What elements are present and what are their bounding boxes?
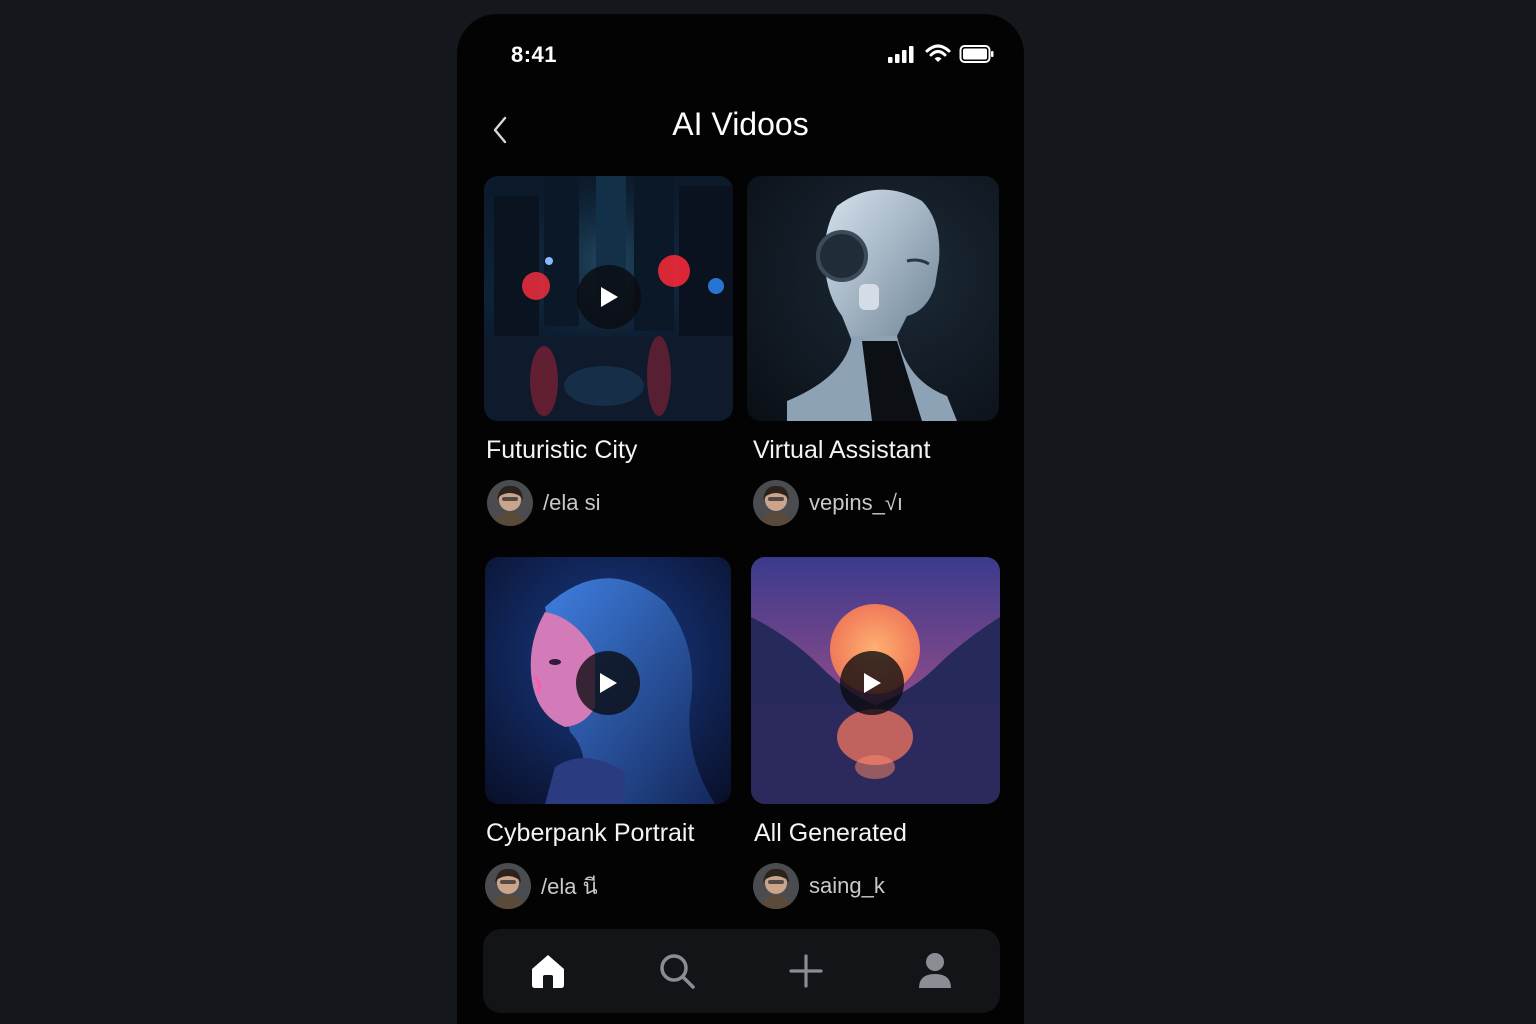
video-author[interactable]: saing_k <box>753 863 885 909</box>
bottom-nav <box>483 929 1000 1013</box>
author-name: /ela si <box>543 490 601 515</box>
profile-icon <box>919 953 952 988</box>
video-author[interactable]: /ela นี <box>485 863 598 909</box>
nav-home[interactable] <box>518 941 578 1001</box>
video-author[interactable]: vepins_√ı <box>753 480 903 526</box>
phone-screen: 8:41 AI Vidoos Futuristic City /ela si V… <box>457 14 1024 1024</box>
nav-create[interactable] <box>776 941 836 1001</box>
video-thumbnail-cyberpunk-portrait[interactable] <box>485 557 731 804</box>
signal-icon <box>888 46 914 63</box>
nav-profile[interactable] <box>905 941 965 1001</box>
android-portrait-image <box>747 176 999 421</box>
home-icon <box>531 955 564 988</box>
play-icon <box>600 673 617 693</box>
video-title[interactable]: Virtual Assistant <box>753 436 930 465</box>
battery-icon <box>959 45 994 63</box>
nav-search[interactable] <box>647 941 707 1001</box>
author-name: vepins_√ı <box>809 490 904 515</box>
avatar <box>753 863 799 909</box>
video-title[interactable]: Cyberpank Portrait <box>486 819 694 848</box>
status-time: 8:41 <box>511 42 558 67</box>
play-icon <box>601 287 618 307</box>
play-button[interactable] <box>840 651 904 715</box>
video-thumbnail-futuristic-city[interactable] <box>484 176 733 421</box>
status-icons <box>887 44 995 64</box>
author-name: saing_k <box>809 873 885 898</box>
page-title: AI Vidoos <box>672 106 809 142</box>
play-icon <box>864 673 881 693</box>
plus-icon <box>789 954 823 988</box>
video-title[interactable]: All Generated <box>754 819 907 848</box>
avatar <box>487 480 533 526</box>
play-button[interactable] <box>576 651 640 715</box>
author-name: /ela นี <box>541 873 598 899</box>
play-button[interactable] <box>577 265 641 329</box>
video-thumbnail-all-generated[interactable] <box>751 557 1000 804</box>
video-title[interactable]: Futuristic City <box>486 436 637 465</box>
avatar <box>485 863 531 909</box>
avatar <box>753 480 799 526</box>
wifi-icon <box>925 44 951 62</box>
video-author[interactable]: /ela si <box>487 480 600 526</box>
search-icon <box>660 954 695 989</box>
video-thumbnail-virtual-assistant[interactable] <box>747 176 999 421</box>
